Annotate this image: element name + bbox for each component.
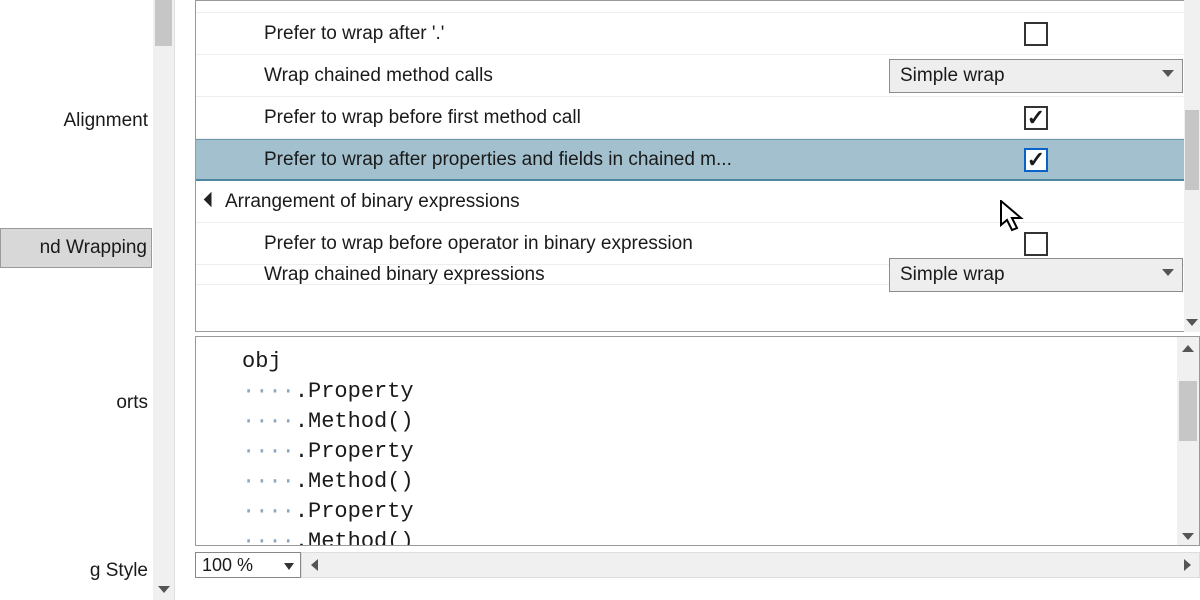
outer-scroll-down[interactable] xyxy=(1184,312,1200,332)
setting-combo[interactable]: Simple wrap xyxy=(889,258,1183,292)
hscroll-right[interactable] xyxy=(1175,553,1199,577)
setting-label: Prefer to wrap before first method call xyxy=(264,107,889,129)
settings-grid: Arrangement of member access expressions… xyxy=(195,0,1200,332)
chevron-left-icon xyxy=(311,559,318,571)
settings-group-header[interactable]: Arrangement of binary expressions xyxy=(196,181,1199,223)
settings-row[interactable]: Wrap chained method calls Simple wrap xyxy=(196,55,1199,97)
sidebar-item[interactable]: orts xyxy=(0,384,152,422)
category-sidebar: Alignment nd Wrapping orts g Style xyxy=(0,0,175,600)
setting-checkbox[interactable] xyxy=(1024,22,1048,46)
outer-scrollbar[interactable] xyxy=(1184,0,1200,332)
preview-scrollbar[interactable] xyxy=(1177,337,1199,546)
setting-label: Prefer to wrap after '.' xyxy=(264,23,889,45)
code-preview: obj ····.Property ····.Method() ····.Pro… xyxy=(195,336,1200,546)
sidebar-scrollbar[interactable] xyxy=(153,0,174,600)
preview-scrollbar-thumb[interactable] xyxy=(1179,381,1197,441)
combo-value: Simple wrap xyxy=(900,65,1005,87)
settings-row[interactable]: Wrap chained binary expressions Simple wr… xyxy=(196,265,1199,285)
settings-group-header[interactable]: Arrangement of member access expressions xyxy=(196,0,1199,13)
bottom-bar: 100 % xyxy=(195,552,1200,580)
sidebar-scroll-down[interactable] xyxy=(153,579,174,600)
chevron-down-icon xyxy=(158,586,170,593)
group-label: Arrangement of binary expressions xyxy=(225,191,1199,213)
group-label: Arrangement of member access expressions xyxy=(225,0,1199,3)
hscroll-left[interactable] xyxy=(302,553,326,577)
preview-hscrollbar[interactable] xyxy=(301,552,1200,578)
settings-row[interactable]: Prefer to wrap after '.' xyxy=(196,13,1199,55)
setting-label: Prefer to wrap after properties and fiel… xyxy=(264,149,889,171)
preview-code-text: obj ····.Property ····.Method() ····.Pro… xyxy=(196,337,1199,546)
outer-scrollbar-thumb[interactable] xyxy=(1185,110,1199,190)
combo-value: Simple wrap xyxy=(900,264,1005,286)
setting-checkbox[interactable] xyxy=(1024,106,1048,130)
sidebar-item[interactable]: Alignment xyxy=(0,102,152,140)
preview-scroll-up[interactable] xyxy=(1177,337,1199,359)
setting-label: Wrap chained binary expressions xyxy=(264,264,889,286)
preview-scroll-down[interactable] xyxy=(1177,525,1199,546)
chevron-right-icon xyxy=(1184,559,1191,571)
setting-label: Wrap chained method calls xyxy=(264,65,889,87)
sidebar-item[interactable]: nd Wrapping xyxy=(0,228,152,268)
settings-row[interactable]: Prefer to wrap after properties and fiel… xyxy=(196,139,1199,181)
setting-checkbox[interactable] xyxy=(1024,148,1048,172)
chevron-down-icon xyxy=(1162,70,1174,77)
chevron-down-icon xyxy=(1186,319,1198,326)
sidebar-scrollbar-thumb[interactable] xyxy=(155,0,172,46)
zoom-combo[interactable]: 100 % xyxy=(195,552,301,578)
chevron-down-icon xyxy=(1162,269,1174,276)
setting-combo[interactable]: Simple wrap xyxy=(889,59,1183,93)
chevron-down-icon xyxy=(1182,533,1194,540)
sidebar-item[interactable]: g Style xyxy=(0,552,152,590)
zoom-value: 100 % xyxy=(202,555,253,576)
setting-label: Prefer to wrap before operator in binary… xyxy=(264,233,889,255)
chevron-up-icon xyxy=(1182,345,1194,352)
expand-icon xyxy=(204,192,220,208)
settings-row[interactable]: Prefer to wrap before first method call xyxy=(196,97,1199,139)
setting-checkbox[interactable] xyxy=(1024,232,1048,256)
dropdown-icon xyxy=(284,563,294,570)
